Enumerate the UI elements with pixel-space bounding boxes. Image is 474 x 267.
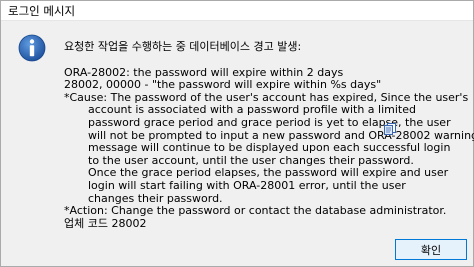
message-heading: 요청한 작업을 수행하는 중 데이터베이스 경고 발생: xyxy=(64,40,302,53)
message-line: 28002, 00000 - "the password will expire… xyxy=(64,78,382,92)
copy-icon[interactable] xyxy=(384,123,396,135)
message-line: password grace period and grace period i… xyxy=(88,115,451,129)
message-dialog: 로그인 메시지 요청한 작업을 수행하는 중 데이터베이스 경고 발생: ORA… xyxy=(0,0,474,267)
title-bar[interactable]: 로그인 메시지 xyxy=(1,1,473,21)
ok-button-label: 확인 xyxy=(420,243,442,257)
ok-button[interactable]: 확인 xyxy=(395,239,467,260)
dialog-title: 로그인 메시지 xyxy=(8,4,76,18)
message-line: message will continue to be displayed up… xyxy=(88,141,451,155)
message-line: login will start failing with ORA-28001 … xyxy=(88,178,406,192)
message-line: *Action: Change the password or contact … xyxy=(64,204,447,218)
message-line: 업체 코드 28002 xyxy=(64,216,147,230)
message-body: 요청한 작업을 수행하는 중 데이터베이스 경고 발생: ORA-28002: … xyxy=(64,40,474,230)
info-icon xyxy=(18,34,46,62)
